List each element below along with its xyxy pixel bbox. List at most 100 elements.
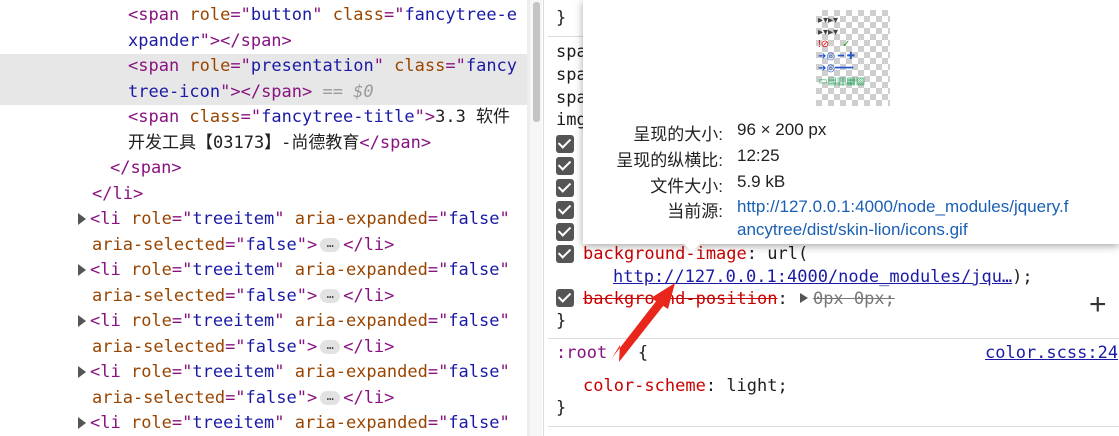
- token-val: treeitem: [192, 362, 275, 382]
- token-attr: class: [394, 56, 446, 76]
- expand-triangle-icon[interactable]: [78, 417, 86, 429]
- dom-node-line[interactable]: aria-selected="false">… </li>: [0, 386, 527, 412]
- dom-node-line[interactable]: <li role="treeitem" aria-expanded="false…: [0, 258, 527, 284]
- token-val: treeitem: [192, 260, 275, 280]
- token-tag: </span>: [359, 132, 432, 153]
- property-checkbox[interactable]: [556, 135, 574, 153]
- token-attr: role: [130, 311, 172, 331]
- background-position-prop[interactable]: background-position: [583, 289, 777, 309]
- token-tag: <span: [128, 107, 190, 127]
- background-image-url-line: http://127.0.0.1:4000/node_modules/jqu…)…: [613, 267, 1033, 287]
- token-val: presentation: [250, 56, 374, 76]
- token-txt: 3.3 软件: [435, 107, 511, 127]
- root-source-link-text[interactable]: color.scss:24: [985, 343, 1118, 363]
- expand-triangle-icon[interactable]: [799, 293, 808, 303]
- dom-node-line-selected[interactable]: <span role="presentation" class="fancy: [0, 54, 527, 80]
- token-tag: "></span>: [220, 81, 313, 102]
- token-val: fancy: [465, 56, 518, 76]
- collapsed-children-button[interactable]: …: [320, 237, 341, 252]
- dom-node-line[interactable]: xpander"></span>: [0, 29, 527, 55]
- token-tag: =": [427, 311, 449, 331]
- token-val: false: [245, 234, 297, 255]
- token-val: treeitem: [192, 413, 275, 433]
- collapsed-children-button[interactable]: …: [320, 339, 341, 354]
- expand-triangle-icon[interactable]: [78, 315, 86, 327]
- image-preview: ▸▾▸▾ ▸▾▸▾ !⊘ ✓ ➔◎ ━ ✚ ➔◎━━━ ▭▤▥▦▧: [816, 10, 890, 106]
- background-position-value[interactable]: 0px 0px: [813, 289, 885, 309]
- token-tag: =": [225, 387, 246, 408]
- sprite-folder-icon: ▭▤▥▦▧: [818, 76, 866, 87]
- token-tag: </li>: [343, 234, 395, 255]
- elements-scrollbar-thumb[interactable]: [533, 2, 540, 122]
- collapsed-children-button[interactable]: …: [320, 288, 341, 303]
- tooltip-arrow: [683, 243, 701, 252]
- color-scheme-prop[interactable]: color-scheme: [583, 376, 706, 396]
- token-tag: ": [274, 311, 295, 331]
- background-position-checkbox[interactable]: [556, 289, 574, 307]
- root-selector[interactable]: :root: [556, 343, 607, 363]
- collapsed-children-button[interactable]: …: [320, 390, 341, 405]
- token-tag: <li: [90, 260, 131, 280]
- file-size-value: 5.9 kB: [737, 172, 786, 191]
- property-checkbox[interactable]: [556, 157, 574, 175]
- token-tag: ": [373, 56, 395, 76]
- rule-close-brace: }: [556, 311, 567, 331]
- token-tag: =": [171, 260, 193, 280]
- token-tag: ": [499, 209, 510, 229]
- dom-node-line[interactable]: </span>: [0, 156, 527, 182]
- token-attr: role: [189, 5, 231, 25]
- token-tag: ": [499, 311, 510, 331]
- token-attr: aria-expanded: [294, 413, 428, 433]
- dom-node-text: </li>: [92, 182, 143, 208]
- token-val: treeitem: [192, 311, 275, 331]
- token-tag: =": [427, 413, 449, 433]
- dom-node-line[interactable]: aria-selected="false">… </li>: [0, 233, 527, 259]
- expand-triangle-icon[interactable]: [78, 264, 86, 276]
- dom-node-line-selected[interactable]: tree-icon"></span> == $0: [0, 79, 527, 105]
- property-checkbox[interactable]: [556, 223, 574, 241]
- add-property-button[interactable]: +: [1089, 290, 1107, 320]
- token-attr: class: [189, 107, 241, 127]
- dom-node-line[interactable]: <li role="treeitem" aria-expanded="false…: [0, 207, 527, 233]
- source-label: 当前源:: [667, 202, 723, 221]
- dom-node-line[interactable]: <span class="fancytree-title">3.3 软件: [0, 105, 527, 131]
- token-tag: =": [230, 56, 251, 76]
- sprite-no-icon: !⊘: [818, 39, 830, 50]
- token-tag: ": [274, 413, 295, 433]
- token-tag: ": [499, 260, 510, 280]
- token-tag: </span>: [110, 158, 182, 178]
- token-tag: =": [171, 311, 193, 331]
- background-image-checkbox[interactable]: [556, 245, 574, 263]
- expand-triangle-icon[interactable]: [78, 366, 86, 378]
- dom-node-line[interactable]: 开发工具【03173】-尚德教育</span>: [0, 131, 527, 157]
- elements-tree-pane[interactable]: <span role="button" class="fancytree-e xp…: [0, 0, 527, 436]
- token-val: tree-icon: [128, 81, 221, 102]
- token-tag: ">: [296, 285, 318, 306]
- rule-separator: [548, 338, 1119, 339]
- dom-node-line[interactable]: </li>: [0, 182, 527, 208]
- background-image-prop[interactable]: background-image: [583, 244, 747, 264]
- dom-node-line[interactable]: <span role="button" class="fancytree-e: [0, 3, 527, 29]
- token-val: false: [448, 413, 500, 433]
- token-tag: "></span>: [199, 30, 292, 51]
- expand-triangle-icon[interactable]: [78, 213, 86, 225]
- token-attr: role: [130, 209, 172, 229]
- styles-divider: [543, 0, 544, 436]
- dom-node-line[interactable]: aria-selected="false">… </li>: [0, 284, 527, 310]
- property-checkbox[interactable]: [556, 179, 574, 197]
- background-image-url-link[interactable]: http://127.0.0.1:4000/node_modules/jqu…: [613, 267, 1012, 287]
- token-tag: =": [383, 5, 405, 25]
- dom-node-text: <span class="fancytree-title">3.3 软件: [128, 105, 510, 131]
- source-url-line1: http://127.0.0.1:4000/node_modules/jquer…: [737, 197, 1069, 216]
- color-scheme-value[interactable]: light: [726, 376, 777, 396]
- property-checkbox[interactable]: [556, 201, 574, 219]
- dom-node-line[interactable]: <li role="treeitem" aria-expanded="false…: [0, 360, 527, 386]
- token-attr: aria-expanded: [294, 311, 428, 331]
- dom-node-line[interactable]: aria-selected="false">… </li>: [0, 335, 527, 361]
- sprite-arrow-icon: ➔◎━━━: [818, 63, 854, 74]
- dom-node-line[interactable]: <li role="treeitem" aria-expanded="false…: [0, 411, 527, 436]
- dom-node-line[interactable]: <li role="treeitem" aria-expanded="false…: [0, 309, 527, 335]
- token-tag: ": [499, 362, 510, 382]
- token-tag: =": [240, 107, 262, 127]
- root-source-link[interactable]: color.scss:24: [985, 343, 1118, 363]
